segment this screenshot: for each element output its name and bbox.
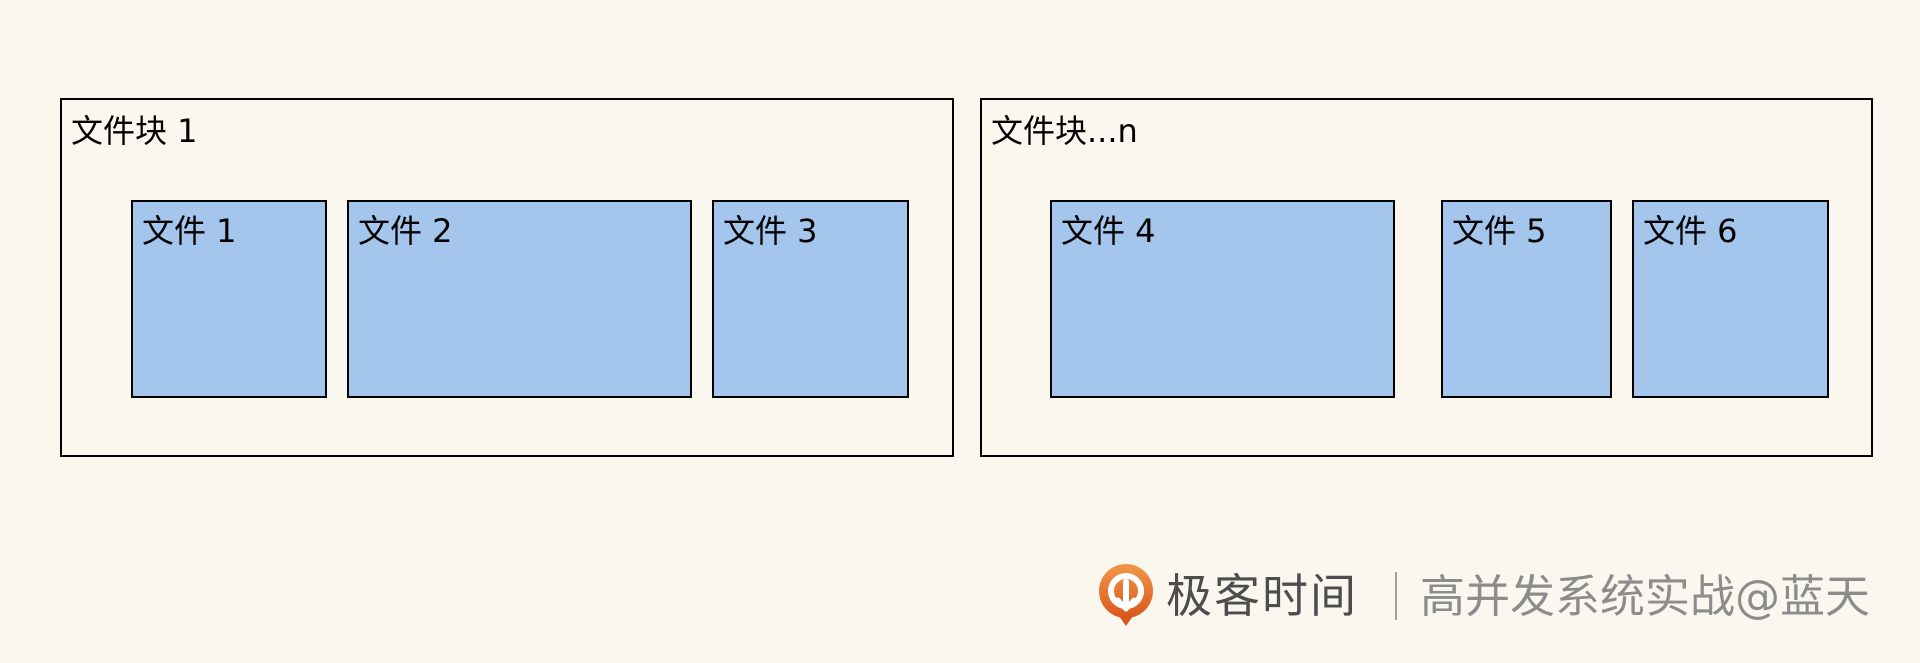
file-2: 文件 2 [347, 200, 692, 398]
file-1: 文件 1 [131, 200, 327, 398]
geekbang-logo-icon [1097, 562, 1155, 628]
file-label: 文件 2 [358, 212, 453, 250]
file-label: 文件 4 [1061, 212, 1156, 250]
file-label: 文件 6 [1643, 212, 1738, 250]
file-4: 文件 4 [1050, 200, 1395, 398]
file-label: 文件 1 [142, 212, 237, 250]
file-block-n: 文件块...n 文件 4 文件 5 文件 6 [980, 98, 1873, 457]
brand-name: 极客时间 [1166, 569, 1358, 623]
file-label: 文件 5 [1452, 212, 1547, 250]
file-5: 文件 5 [1441, 200, 1612, 398]
file-3: 文件 3 [712, 200, 909, 398]
course-name: 高并发系统实战@蓝天 [1420, 570, 1871, 623]
file-block-1: 文件块 1 文件 1 文件 2 文件 3 [60, 98, 954, 457]
file-block-label: 文件块...n [991, 112, 1138, 150]
footer-divider [1395, 572, 1397, 620]
file-block-label: 文件块 1 [71, 112, 198, 150]
file-6: 文件 6 [1632, 200, 1829, 398]
file-label: 文件 3 [723, 212, 818, 250]
